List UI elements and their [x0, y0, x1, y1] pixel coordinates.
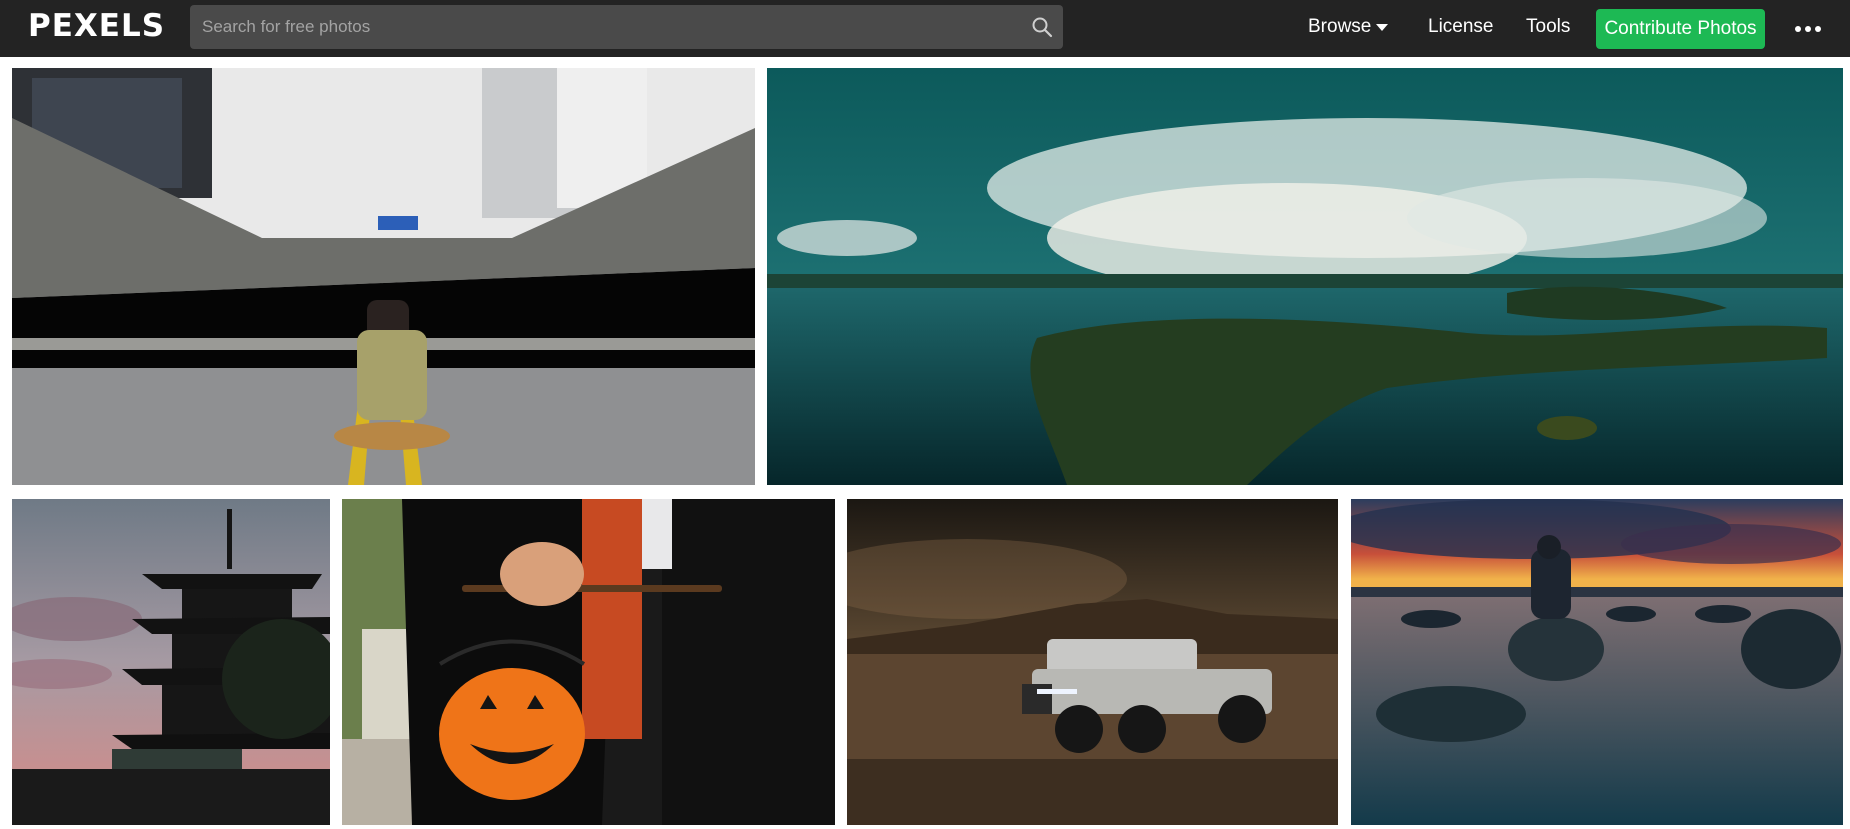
search-bar[interactable] [190, 5, 1063, 49]
more-dots-icon[interactable] [1794, 25, 1822, 33]
photo-truck-desert-night[interactable] [847, 499, 1338, 825]
caret-down-icon[interactable] [1376, 24, 1388, 32]
tools-link[interactable]: Tools [1526, 16, 1570, 38]
search-icon[interactable] [1031, 16, 1053, 38]
search-input[interactable] [190, 5, 1034, 49]
photo-pagoda-sunset[interactable] [12, 499, 330, 825]
contribute-photos-button[interactable]: Contribute Photos [1596, 9, 1765, 49]
license-link[interactable]: License [1428, 16, 1494, 38]
photo-halloween-pumpkin-bucket[interactable] [342, 499, 835, 825]
photo-aerial-sea-islands-clouds[interactable] [767, 68, 1843, 485]
photo-backpacker-tunnel-road[interactable] [12, 68, 755, 485]
pexels-logo[interactable]: PEXELS [28, 8, 165, 44]
top-navigation-bar: PEXELS Browse License Tools Contribute P… [0, 0, 1850, 57]
browse-menu[interactable]: Browse [1308, 16, 1371, 38]
photo-man-on-rock-lake-sunset[interactable] [1351, 499, 1843, 825]
